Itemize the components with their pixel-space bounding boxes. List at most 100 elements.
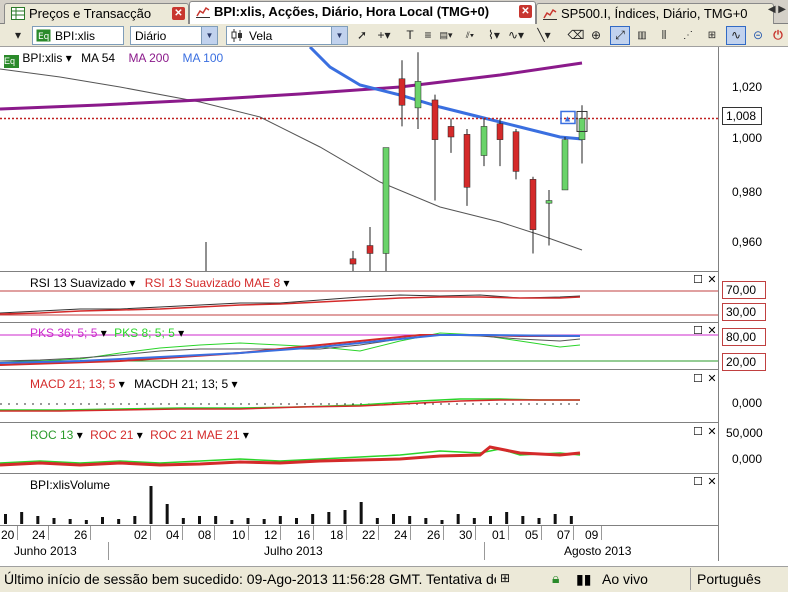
close-panel-icon[interactable]: ✕ [706,326,718,338]
pks-label[interactable]: PKS 36; 5; 5 [30,326,97,340]
x-tick [508,526,509,540]
maximize-panel-icon[interactable]: ☐ [692,477,704,489]
network-icon[interactable]: ⊞ [500,571,510,585]
volume-bar [165,504,169,524]
x-tick [17,526,18,540]
tab-prices-transactions[interactable]: Preços e Transacção ✕ [4,3,189,24]
macd-label[interactable]: MACD 21; 13; 5 [30,377,115,391]
channel-icon[interactable]: ⫽▾ [460,26,480,45]
grid-icon [11,7,25,20]
price-chart[interactable]: ▲ [0,47,788,272]
eraser-icon[interactable]: ⌫ [566,26,586,45]
close-panel-icon[interactable]: ✕ [706,374,718,386]
svg-text:Eq: Eq [38,32,49,42]
candle-body [578,118,586,140]
tab-label: BPI:xlis, Acções, Diário, Hora Local (TM… [214,4,490,19]
period-select[interactable]: Diário ▼ [130,26,218,45]
fibonacci-icon[interactable]: ≡ [418,26,438,45]
close-panel-icon[interactable]: ✕ [706,427,718,439]
x-tick-label: 05 [525,528,539,542]
x-tick-label: 02 [134,528,148,542]
volume-bar [375,518,379,524]
close-panel-icon[interactable]: ✕ [706,275,718,287]
candle-body [480,126,488,156]
language-selector[interactable]: Português [697,571,761,587]
month-divider [484,542,485,560]
legend-ma54[interactable]: MA 54 [81,51,115,65]
status-message: Último início de sessão bem sucedido: 09… [4,571,496,587]
volume-bar [343,510,347,524]
chart-style-select[interactable]: Vela ▼ [226,26,348,45]
volume-bar [278,516,282,524]
cursor-arrow-icon[interactable]: ➚ [352,26,372,45]
power-icon[interactable]: ⏻ [768,26,788,45]
zoom-icon[interactable]: ⊕ [586,26,606,45]
zigzag-icon[interactable]: ⌇▾ [484,26,504,45]
volume-bar [489,516,492,524]
chevron-down-icon[interactable]: ▼ [201,27,217,44]
volume-bar [569,516,573,524]
maximize-panel-icon[interactable]: ☐ [692,275,704,287]
volume-bar [230,520,234,524]
legend-ma200[interactable]: MA 200 [128,51,169,65]
expand-icon[interactable]: ⤢ [610,26,630,45]
levels-icon[interactable]: ▤▾ [436,26,456,45]
maximize-panel-icon[interactable]: ☐ [692,326,704,338]
link-icon[interactable]: ⊝ [748,26,768,45]
line-style-icon[interactable]: ⋰ [678,26,698,45]
volume-bar [214,516,218,524]
legend-symbol[interactable]: BPI:xlis [22,51,62,65]
volume-bar [20,512,24,524]
tab-scroll-arrows[interactable]: ◀ ▶ [768,4,786,15]
x-tick-label: 22 [362,528,376,542]
y-tick: 0,960 [732,235,763,249]
roc-zero-label: 0,000 [732,452,763,466]
chevron-down-icon[interactable]: ▼ [331,27,347,44]
volume-bar [246,518,250,524]
indicator-icon[interactable]: ∿ [726,26,746,45]
maximize-panel-icon[interactable]: ☐ [692,427,704,439]
legend-ma100[interactable]: MA 100 [182,51,223,65]
x-tick-label: 16 [297,528,311,542]
close-icon[interactable]: ✕ [519,5,532,18]
wave-icon[interactable]: ∿▾ [506,26,526,45]
roc21-label[interactable]: ROC 21 [90,428,133,442]
volume-bar [133,516,137,524]
volume-legend[interactable]: BPI:xlisVolume [30,478,110,492]
candle-style-icon[interactable]: ▥ [632,26,652,45]
equity-icon: Eq [36,29,51,42]
crosshair-icon[interactable]: +▾ [374,26,394,45]
pks-fast-label[interactable]: PKS 8; 5; 5 [114,326,175,340]
volume-bar [327,512,331,524]
macdh-label[interactable]: MACDH 21; 13; 5 [134,377,228,391]
volume-bar [359,502,363,524]
bar-style-icon[interactable]: ⫼ [654,26,674,45]
roc13-label[interactable]: ROC 13 [30,428,73,442]
volume-bar [84,520,88,524]
chart-icon [543,8,557,20]
tab-sp500-chart[interactable]: SP500.I, Índices, Diário, TMG+0 [536,3,774,24]
close-panel-icon[interactable]: ✕ [706,477,718,489]
roc-top-label: 50,000 [726,426,763,440]
chart-area[interactable]: ▲ Eq BPI:xlis ▾ MA 54 MA 200 MA 100 1,02… [0,47,788,561]
volume-bar [295,518,298,524]
maximize-panel-icon[interactable]: ☐ [692,374,704,386]
macd-zero-label: 0,000 [732,396,763,410]
pks-upper-box: 80,00 [722,328,766,346]
close-icon[interactable]: ✕ [172,7,185,20]
rsi-upper-box: 70,00 [722,281,766,299]
x-tick [443,526,444,540]
symbol-select[interactable]: Eq BPI:xlis [32,26,124,45]
rsi-mae-label[interactable]: RSI 13 Suavizado MAE 8 [145,276,280,290]
rsi-label[interactable]: RSI 13 Suavizado [30,276,126,290]
lock-icon: 🔒︎ [552,570,560,586]
x-tick [248,526,249,540]
candle-icon [231,29,242,42]
roc-mae-label[interactable]: ROC 21 MAE 21 [150,428,239,442]
dropdown-arrow-icon[interactable]: ▾ [8,26,28,45]
ohlc-icon[interactable]: ⊞ [702,26,722,45]
volume-bar [101,517,104,524]
tab-bpi-chart[interactable]: BPI:xlis, Acções, Diário, Hora Local (TM… [189,1,536,24]
text-tool-icon[interactable]: T [400,26,420,45]
line-tool-icon[interactable]: ╲▾ [534,26,554,45]
